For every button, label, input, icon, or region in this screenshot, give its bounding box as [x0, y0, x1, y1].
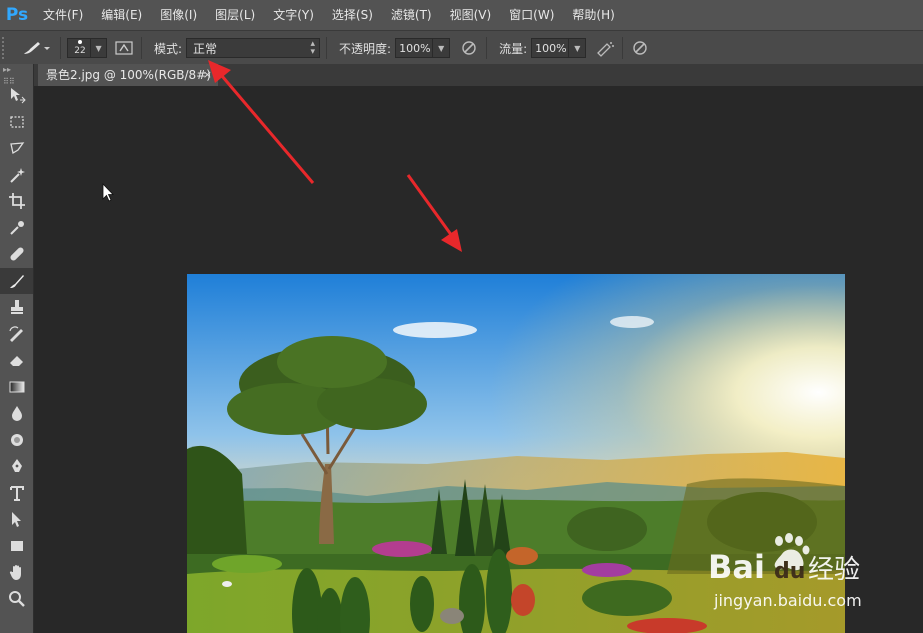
separator [622, 37, 624, 59]
baidu-paw-logo: Bai 经验 jingyan.baidu.com du [708, 533, 862, 610]
menu-edit[interactable]: 编辑(E) [92, 0, 151, 30]
airbrush-toggle[interactable] [594, 37, 616, 59]
path-select-icon[interactable] [0, 506, 33, 533]
blur-icon[interactable] [0, 400, 33, 427]
zoom-icon[interactable] [0, 586, 33, 613]
document-tab[interactable]: 景色2.jpg @ 100%(RGB/8#) × [38, 64, 218, 86]
flow-value: 100% [535, 41, 567, 55]
close-icon[interactable]: × [203, 64, 212, 86]
menu-image[interactable]: 图像(I) [151, 0, 206, 30]
opacity-label: 不透明度: [339, 41, 392, 56]
opacity-field[interactable]: 100% ▼ [395, 38, 451, 58]
menu-window[interactable]: 窗口(W) [500, 0, 563, 30]
chevron-down-icon: ▼ [568, 39, 585, 57]
chevron-down-icon: ▼ [432, 39, 449, 57]
pen-icon[interactable] [0, 453, 33, 480]
pressure-opacity-icon [462, 41, 476, 55]
menu-help[interactable]: 帮助(H) [563, 0, 623, 30]
brush-icon[interactable] [0, 267, 33, 294]
eraser-icon[interactable] [0, 347, 33, 374]
baidu-watermark: Bai 经验 jingyan.baidu.com du [708, 532, 878, 613]
brush-preset-icon [24, 42, 50, 54]
magic-wand-icon[interactable] [0, 162, 33, 189]
gradient-icon[interactable] [0, 374, 33, 401]
menu-select[interactable]: 选择(S) [323, 0, 382, 30]
separator [141, 37, 142, 59]
pressure-size-toggle[interactable] [629, 37, 651, 59]
svg-text:du: du [774, 559, 805, 584]
shape-icon[interactable] [0, 533, 33, 560]
menu-view[interactable]: 视图(V) [441, 0, 501, 30]
type-icon[interactable] [0, 480, 33, 507]
separator [60, 37, 61, 59]
pressure-size-icon [633, 41, 647, 55]
crop-icon[interactable] [0, 188, 33, 215]
opacity-value: 100% [399, 41, 431, 55]
chevron-down-icon: ▼ [90, 39, 106, 57]
pressure-opacity-toggle[interactable] [458, 37, 480, 59]
options-bar: 22 ▼ 模式: 正常 ▴ ▾ 不透明度: 100% ▼ 流量: 100% ▼ [0, 30, 923, 66]
tools-panel: ▸▸ ⠿⠿ [0, 64, 34, 633]
airbrush-icon [597, 42, 615, 57]
menu-type[interactable]: 文字(Y) [264, 0, 323, 30]
menu-layer[interactable]: 图层(L) [206, 0, 264, 30]
blend-mode-select[interactable]: 正常 ▴ ▾ [186, 38, 321, 58]
document-tab-title: 景色2.jpg @ 100%(RGB/8#) [46, 68, 211, 82]
panel-grip: ▸▸ ⠿⠿ [3, 65, 15, 86]
brush-size-value: 22 [74, 46, 86, 56]
brush-size-picker[interactable]: 22 ▼ [67, 38, 107, 58]
svg-text:Bai: Bai [708, 548, 765, 586]
brush-tip-preview: 22 [68, 39, 90, 57]
hand-icon[interactable] [0, 559, 33, 586]
menu-filter[interactable]: 滤镜(T) [382, 0, 441, 30]
tool-preset-picker[interactable] [16, 37, 54, 59]
history-brush-icon[interactable] [0, 321, 33, 348]
separator [486, 37, 488, 59]
brush-panel-icon [115, 41, 133, 55]
lasso-icon[interactable] [0, 135, 33, 162]
menu-bar: Ps 文件(F) 编辑(E) 图像(I) 图层(L) 文字(Y) 选择(S) 滤… [0, 0, 923, 30]
dodge-icon[interactable] [0, 427, 33, 454]
updown-icon: ▴ ▾ [310, 39, 316, 57]
photoshop-logo: Ps [5, 5, 29, 25]
svg-text:经验: 经验 [808, 555, 860, 585]
brush-dot-icon [78, 40, 82, 44]
healing-icon[interactable] [0, 241, 33, 268]
blend-mode-value: 正常 [193, 41, 218, 56]
stamp-icon[interactable] [0, 294, 33, 321]
options-grip [2, 37, 16, 59]
separator [326, 37, 328, 59]
svg-text:jingyan.baidu.com: jingyan.baidu.com [713, 591, 862, 610]
mode-label: 模式: [154, 41, 183, 56]
document-tab-bar: 景色2.jpg @ 100%(RGB/8#) × [34, 64, 923, 86]
flow-field[interactable]: 100% ▼ [531, 38, 587, 58]
brush-panel-toggle[interactable] [113, 37, 135, 59]
menu-file[interactable]: 文件(F) [34, 0, 92, 30]
flow-label: 流量: [499, 41, 528, 56]
eyedropper-icon[interactable] [0, 215, 33, 242]
marquee-icon[interactable] [0, 109, 33, 136]
